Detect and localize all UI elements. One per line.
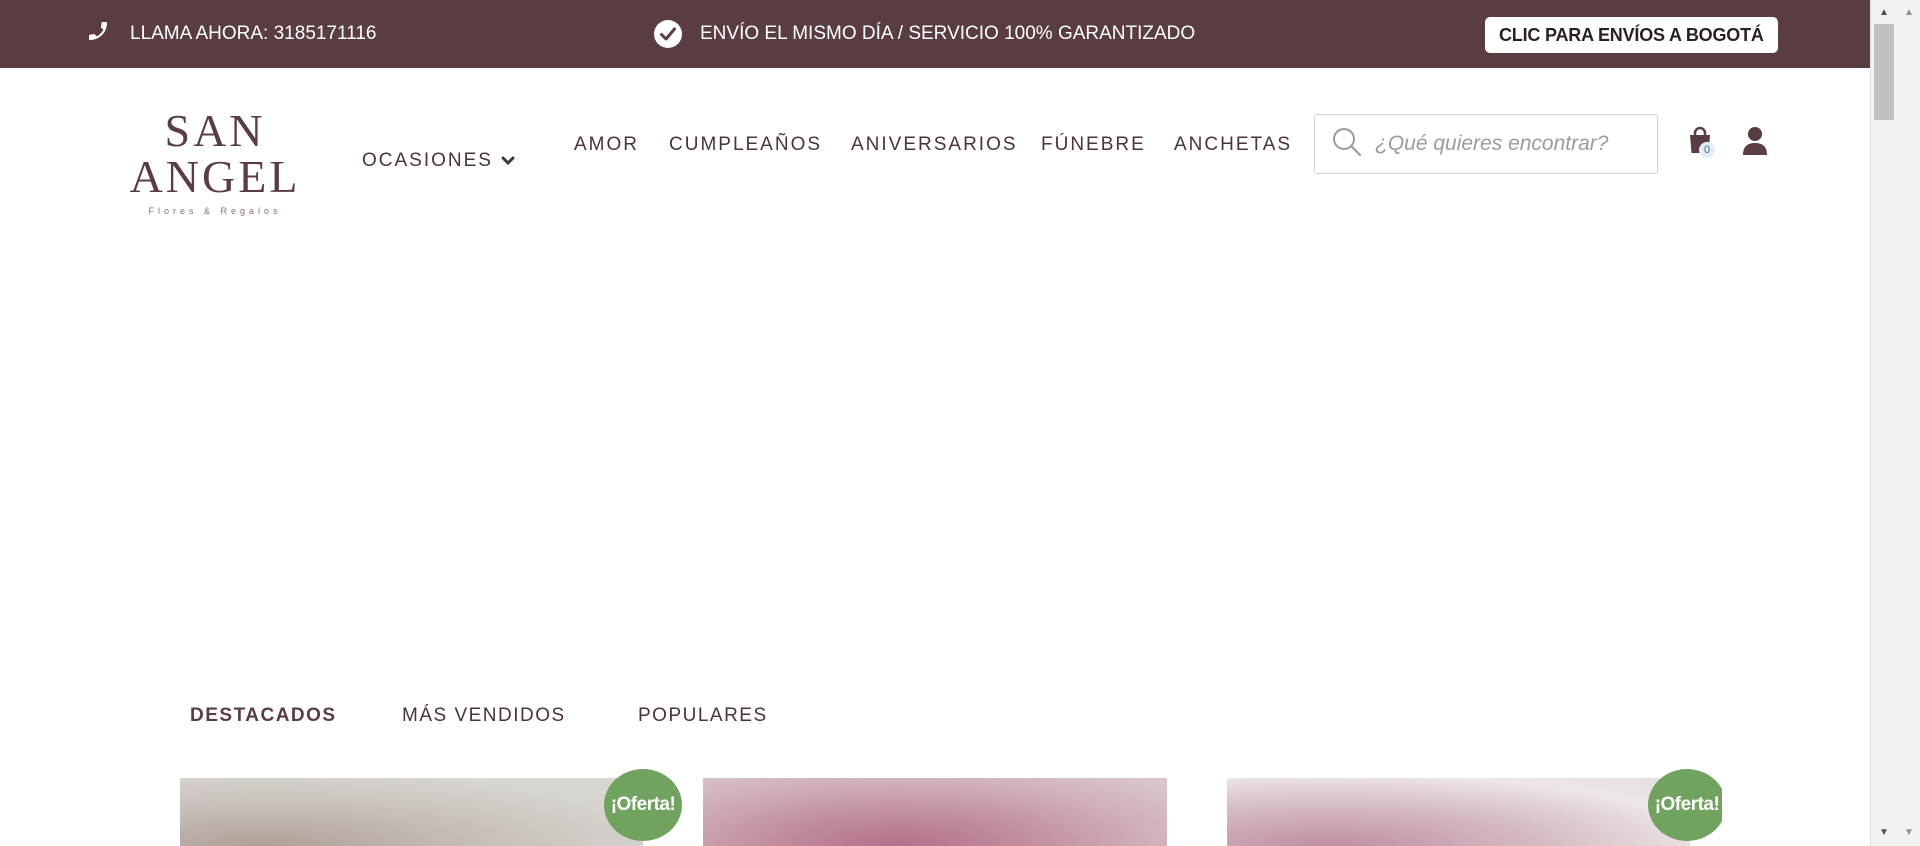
product-card[interactable] (1227, 778, 1690, 846)
account-button[interactable] (1742, 126, 1768, 161)
nav-gift-baskets[interactable]: ANCHETAS (1174, 134, 1292, 156)
search-input[interactable] (1375, 132, 1645, 156)
call-now[interactable]: LLAMA AHORA: 3185171116 (86, 0, 376, 68)
product-image[interactable] (703, 778, 1167, 846)
sale-badge: ¡Oferta! (604, 769, 682, 841)
scroll-up-icon[interactable]: ▲ (1897, 2, 1920, 22)
nav-love[interactable]: AMOR (574, 134, 639, 156)
product-image[interactable] (1227, 778, 1690, 846)
product-card[interactable] (180, 778, 643, 846)
tab-popular[interactable]: POPULARES (638, 705, 768, 727)
user-icon (1742, 127, 1768, 160)
shipping-text: ENVÍO EL MISMO DÍA / SERVICIO 100% GARAN… (700, 23, 1196, 44)
chevron-down-icon (501, 150, 515, 172)
call-text: LLAMA AHORA: 3185171116 (130, 23, 377, 44)
scroll-down-icon[interactable]: ▼ (1871, 822, 1897, 842)
scrollbar-thumb[interactable] (1874, 24, 1894, 120)
check-circle-icon (654, 20, 682, 48)
phone-icon (86, 19, 110, 49)
cart-count-badge: 0 (1699, 142, 1715, 158)
announcement-bar: LLAMA AHORA: 3185171116 ENVÍO EL MISMO D… (0, 0, 1870, 68)
bogota-shipping-button[interactable]: CLIC PARA ENVÍOS A BOGOTÁ (1485, 17, 1778, 53)
search-icon[interactable] (1331, 126, 1363, 163)
sale-badge: ¡Oferta! (1648, 769, 1722, 841)
cart-button[interactable]: 0 (1687, 126, 1717, 158)
logo-tagline: Flores & Regalos (148, 206, 282, 216)
nav-anniversaries[interactable]: ANIVERSARIOS (851, 134, 1018, 156)
tab-best-sellers[interactable]: MÁS VENDIDOS (402, 705, 566, 727)
nav-occasions[interactable]: OCASIONES (362, 150, 515, 172)
product-card[interactable] (703, 778, 1167, 846)
product-image[interactable] (180, 778, 643, 846)
sale-badge-clip: ¡Oferta! (1648, 769, 1722, 841)
site-logo[interactable]: SAN ANGEL Flores & Regalos (90, 105, 340, 217)
tab-featured[interactable]: DESTACADOS (190, 705, 337, 727)
page-scrollbar[interactable]: ▲ ▲ ▼ ▼ (1870, 0, 1920, 846)
search-box[interactable] (1314, 114, 1658, 174)
shipping-notice: ENVÍO EL MISMO DÍA / SERVICIO 100% GARAN… (654, 0, 1195, 68)
nav-funeral[interactable]: FÚNEBRE (1041, 134, 1146, 156)
nav-birthdays[interactable]: CUMPLEAÑOS (669, 134, 822, 156)
logo-name: SAN ANGEL (129, 105, 301, 202)
nav-occasions-label: OCASIONES (362, 150, 493, 171)
scroll-up-icon[interactable]: ▲ (1871, 2, 1897, 22)
scroll-down-icon[interactable]: ▼ (1897, 822, 1920, 842)
